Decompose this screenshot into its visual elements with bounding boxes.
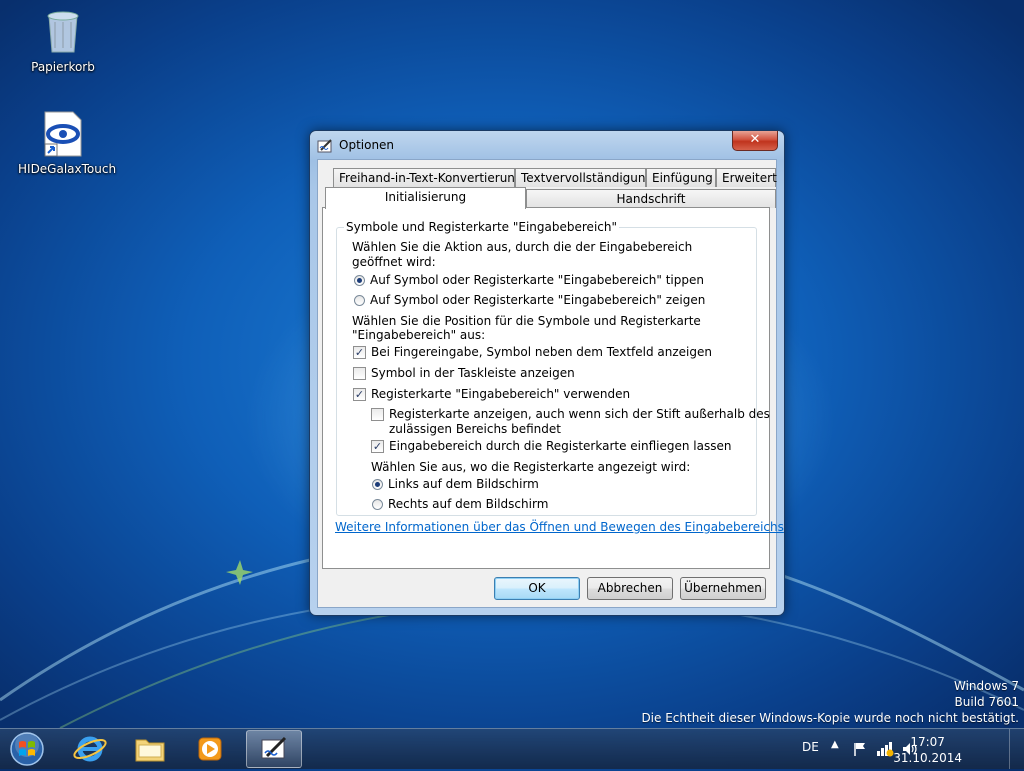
radio-button-icon [372,478,383,490]
dialog-client-area: Freihand-in-Text-Konvertierung Textvervo… [317,159,784,608]
position-prompt-line1: Wählen Sie die Position für die Symbole … [352,314,701,328]
action-prompt-line2: geöffnet wird: [352,255,436,269]
position-prompt-line2: "Eingabebereich" aus: [352,328,486,342]
radio-button-icon [354,274,365,286]
desktop-icon-hidegalaxtouch[interactable]: HIDeGalaxTouch [18,110,116,176]
info-link[interactable]: Weitere Informationen über das Öffnen un… [335,520,784,534]
start-button[interactable] [2,730,52,768]
radio-button-icon [354,294,365,306]
language-indicator[interactable]: DE [802,740,819,754]
clock-time: 17:07 [910,735,945,749]
internet-explorer-icon [73,736,107,762]
watermark-notice: Die Echtheit dieser Windows-Kopie wurde … [641,711,1019,725]
desktop-icon-label: HIDeGalaxTouch [18,162,117,176]
checkbox-show-outside[interactable]: Registerkarte anzeigen, auch wenn sich d… [371,406,770,422]
pen-input-icon [317,139,332,153]
app-shortcut-icon [39,110,87,158]
ok-button[interactable]: OK [494,577,580,600]
media-player-icon [198,737,222,761]
tab-panel-initialisierung: Symbole und Registerkarte "Eingabebereic… [322,207,784,569]
windows-orb-icon [10,732,44,766]
close-icon: ✕ [749,132,761,147]
taskbar: DE ▲ 17:07 31.10.2014 [0,728,1024,769]
tab-handschrift[interactable]: Handschrift [526,189,776,208]
network-icon[interactable] [876,741,894,757]
tab-erweitert[interactable]: Erweitert [716,168,777,187]
show-hidden-icons-icon[interactable]: ▲ [831,739,839,750]
watermark-build: Build 7601 [954,695,1019,709]
radio-tap[interactable]: Auf Symbol oder Registerkarte "Eingabebe… [354,272,704,288]
pen-input-icon [261,736,287,759]
checkbox-taskbar-symbol[interactable]: Symbol in der Taskleiste anzeigen [353,365,575,381]
desktop-icon-label: Papierkorb [31,60,95,74]
desktop-icon-recycle-bin[interactable]: Papierkorb [18,8,108,74]
taskbar-media-player[interactable] [182,730,238,768]
tab-einfuegung[interactable]: Einfügung [646,168,716,187]
dialog-title: Optionen [339,138,395,152]
tab-freihand-konvertierung[interactable]: Freihand-in-Text-Konvertierung [333,168,523,187]
checkbox-checked-icon: ✓ [353,387,366,401]
checkbox-unchecked-icon [353,366,366,380]
radio-button-icon [372,498,383,510]
taskbar-internet-explorer[interactable] [62,730,118,768]
watermark-os: Windows 7 [953,679,1019,693]
taskbar-windows-explorer[interactable] [122,730,178,768]
apply-button[interactable]: Übernehmen [680,577,766,600]
recycle-bin-icon [39,8,87,56]
tab-textvervollstaendigung[interactable]: Textvervollständigung [515,168,653,187]
activation-watermark: Windows 7 Build 7601 Die Echtheit dieser… [641,678,1019,726]
checkbox-finger-symbol[interactable]: ✓ Bei Fingereingabe, Symbol neben dem Te… [353,344,712,360]
radio-left[interactable]: Links auf dem Bildschirm [372,476,539,492]
folder-icon [135,739,165,762]
action-center-flag-icon[interactable] [852,741,868,757]
checkbox-checked-icon: ✓ [371,439,384,453]
checkbox-slide-in[interactable]: ✓ Eingabebereich durch die Registerkarte… [371,438,732,454]
show-desktop-button[interactable] [1009,729,1024,769]
groupbox-symbole: Symbole und Registerkarte "Eingabebereic… [336,220,770,516]
close-button[interactable]: ✕ [732,131,778,151]
radio-point[interactable]: Auf Symbol oder Registerkarte "Eingabebe… [354,292,705,308]
options-dialog: Optionen ✕ Freihand-in-Text-Konvertierun… [309,130,785,616]
cancel-button[interactable]: Abbrechen [587,577,673,600]
taskbar-input-panel-options[interactable] [246,730,302,768]
tab-initialisierung[interactable]: Initialisierung [325,187,526,209]
radio-right[interactable]: Rechts auf dem Bildschirm [372,496,548,512]
action-prompt-line1: Wählen Sie die Aktion aus, durch die der… [352,240,693,254]
side-prompt: Wählen Sie aus, wo die Registerkarte ang… [371,460,691,474]
checkbox-checked-icon: ✓ [353,345,366,359]
dialog-titlebar[interactable]: Optionen ✕ [310,131,784,159]
checkbox-unchecked-icon [371,407,384,421]
checkbox-show-outside-line2: zulässigen Bereichs befindet [389,422,561,436]
groupbox-title: Symbole und Registerkarte "Eingabebereic… [344,220,619,234]
checkbox-use-tab[interactable]: ✓ Registerkarte "Eingabebereich" verwend… [353,386,630,402]
system-clock[interactable]: 17:07 31.10.2014 [893,734,962,766]
clock-date: 31.10.2014 [893,751,962,765]
